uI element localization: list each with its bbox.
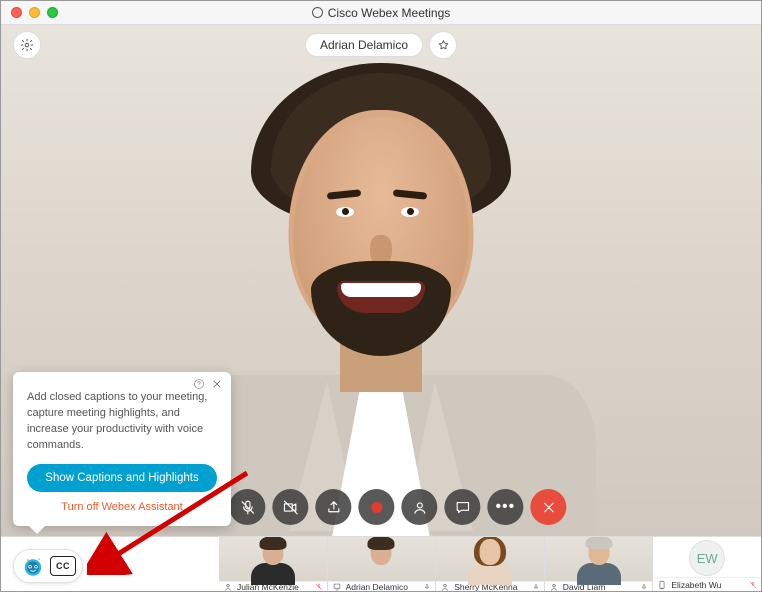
- ellipsis-icon: •••: [495, 498, 515, 516]
- avatar: EW: [689, 540, 725, 576]
- titlebar: Cisco Webex Meetings: [1, 1, 761, 25]
- mute-button[interactable]: [229, 489, 265, 525]
- record-icon: [371, 502, 382, 513]
- window-controls: [1, 7, 58, 18]
- star-icon: [437, 39, 450, 52]
- window-title: Cisco Webex Meetings: [1, 6, 761, 20]
- participant-thumbnail[interactable]: Sherry McKenna: [435, 537, 544, 591]
- chat-button[interactable]: [444, 489, 480, 525]
- turn-off-assistant-link[interactable]: Turn off Webex Assistant: [27, 500, 217, 516]
- assistant-pill: CC: [13, 549, 83, 583]
- mic-muted-icon: [315, 582, 323, 591]
- participants-icon: [411, 499, 428, 516]
- window-close-button[interactable]: [11, 7, 22, 18]
- camera-off-icon: [282, 499, 299, 516]
- participants-button[interactable]: [401, 489, 437, 525]
- window-minimize-button[interactable]: [29, 7, 40, 18]
- participant-name: Adrian Delamico: [346, 582, 420, 591]
- participant-thumbnail[interactable]: Adrian Delamico: [327, 537, 436, 591]
- participant-strip: Julian McKenzie Adrian Delamico Sherry M…: [1, 536, 761, 591]
- microphone-off-icon: [239, 499, 256, 516]
- more-button[interactable]: •••: [487, 489, 523, 525]
- device-icon: [657, 580, 667, 590]
- pin-speaker-button[interactable]: [429, 31, 457, 59]
- meeting-controls: •••: [229, 489, 566, 525]
- speaker-name-bar: Adrian Delamico: [1, 31, 761, 59]
- mic-muted-icon: [749, 580, 757, 590]
- window-title-text: Cisco Webex Meetings: [328, 6, 451, 20]
- mic-icon: [640, 582, 648, 591]
- close-icon[interactable]: [211, 378, 223, 395]
- mic-icon: [423, 582, 431, 591]
- participant-thumbnail[interactable]: EW Elizabeth Wu: [652, 537, 761, 591]
- webex-logo-icon: [312, 7, 323, 18]
- chat-icon: [454, 499, 471, 516]
- assistant-tooltip: Add closed captions to your meeting, cap…: [13, 372, 231, 526]
- record-button[interactable]: [358, 489, 394, 525]
- closed-captions-button[interactable]: CC: [50, 556, 76, 576]
- mic-icon: [532, 582, 540, 591]
- video-button[interactable]: [272, 489, 308, 525]
- window-maximize-button[interactable]: [47, 7, 58, 18]
- active-speaker-name[interactable]: Adrian Delamico: [305, 33, 423, 57]
- app-window: Cisco Webex Meetings Adrian Delamico: [0, 0, 762, 592]
- close-icon: [540, 499, 557, 516]
- webex-assistant-button[interactable]: [20, 553, 46, 579]
- tooltip-text: Add closed captions to your meeting, cap…: [27, 390, 217, 454]
- participant-thumbnail[interactable]: Julian McKenzie: [219, 537, 327, 591]
- end-meeting-button[interactable]: [530, 489, 566, 525]
- share-button[interactable]: [315, 489, 351, 525]
- help-icon[interactable]: [193, 378, 205, 395]
- share-icon: [325, 499, 342, 516]
- assistant-robot-icon: [21, 554, 45, 578]
- presenter-icon: [332, 582, 342, 591]
- participant-icon: [549, 582, 559, 591]
- participant-icon: [223, 582, 233, 591]
- participant-name: Elizabeth Wu: [671, 580, 745, 590]
- participant-icon: [440, 582, 450, 591]
- show-captions-button[interactable]: Show Captions and Highlights: [27, 464, 217, 492]
- participant-thumbnail[interactable]: David Liam: [544, 537, 653, 591]
